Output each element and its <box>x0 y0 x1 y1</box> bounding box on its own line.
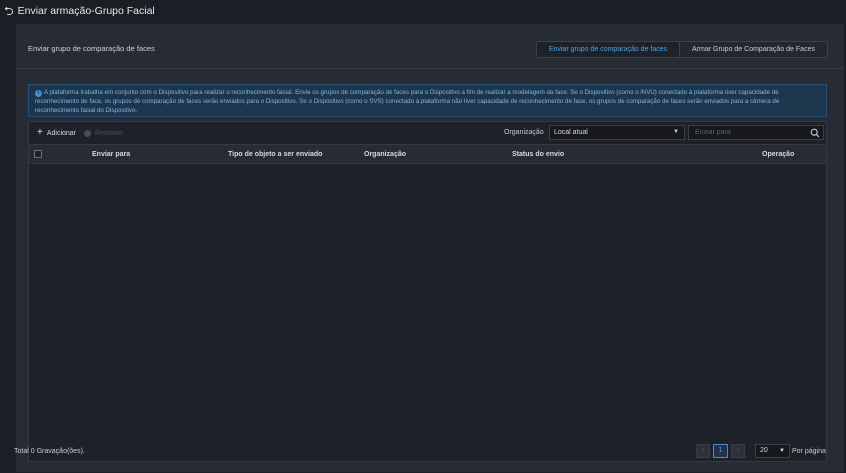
per-page-label: Por página <box>792 448 826 455</box>
column-header-object-type[interactable]: Tipo de objeto a ser enviado <box>228 151 322 158</box>
current-page-button[interactable]: 1 <box>713 444 728 458</box>
plus-icon: + <box>37 127 43 138</box>
dropdown-caret-icon: ▼ <box>673 129 679 135</box>
step-send-face-group[interactable]: Enviar grupo de comparação de faces <box>536 41 680 58</box>
search-input[interactable] <box>689 126 807 139</box>
remove-button-label: Remover <box>95 129 124 137</box>
table-toolbar: + Adicionar − Remover Organização Local … <box>29 122 826 144</box>
column-header-organization[interactable]: Organização <box>364 151 406 158</box>
next-page-button[interactable]: › <box>731 444 745 458</box>
step-wizard: Enviar grupo de comparação de faces Arma… <box>536 41 828 58</box>
search-box <box>688 125 824 140</box>
info-banner: iA plataforma trabalha em conjunto com o… <box>28 84 827 117</box>
table-header: Enviar para Tipo de objeto a ser enviado… <box>29 144 826 164</box>
window-title: Enviar armação-Grupo Facial <box>17 5 155 17</box>
add-button[interactable]: + Adicionar <box>37 128 76 138</box>
dropdown-caret-icon: ▼ <box>779 448 785 454</box>
title-bar: ⮌ Enviar armação-Grupo Facial <box>0 0 846 22</box>
organization-label: Organização <box>504 129 544 136</box>
step-arm-face-group[interactable]: Armar Grupo de Comparação de Faces <box>680 41 828 58</box>
page-size-value: 20 <box>760 447 768 454</box>
section-title: Enviar grupo de comparação de faces <box>28 44 155 53</box>
add-button-label: Adicionar <box>46 129 77 137</box>
main-panel: Enviar grupo de comparação de faces Envi… <box>16 24 844 472</box>
page-size-select[interactable]: 20 ▼ <box>755 444 790 458</box>
back-arrow-icon[interactable]: ⮌ <box>4 5 14 17</box>
search-icon[interactable] <box>810 128 820 138</box>
remove-button[interactable]: − Remover <box>84 128 124 137</box>
column-header-send-status[interactable]: Status do envio <box>512 151 564 158</box>
total-count: 0 <box>30 448 35 455</box>
select-all-checkbox[interactable] <box>34 150 42 158</box>
total-suffix: Gravação(ões). <box>36 448 85 455</box>
panel-header: Enviar grupo de comparação de faces Envi… <box>16 24 844 69</box>
column-header-send-to[interactable]: Enviar para <box>92 151 130 158</box>
info-icon: i <box>35 90 42 97</box>
prev-page-button[interactable]: ‹ <box>696 444 710 458</box>
column-header-operation[interactable]: Operação <box>762 151 794 158</box>
total-prefix: Total <box>14 448 29 455</box>
remove-icon: − <box>84 128 92 137</box>
total-records: Total 0 Gravação(ões). <box>14 448 85 455</box>
send-table: + Adicionar − Remover Organização Local … <box>28 121 827 462</box>
info-text: A plataforma trabalha em conjunto com o … <box>35 89 780 114</box>
organization-value: Local atual <box>554 129 588 136</box>
organization-select[interactable]: Local atual ▼ <box>549 125 685 140</box>
